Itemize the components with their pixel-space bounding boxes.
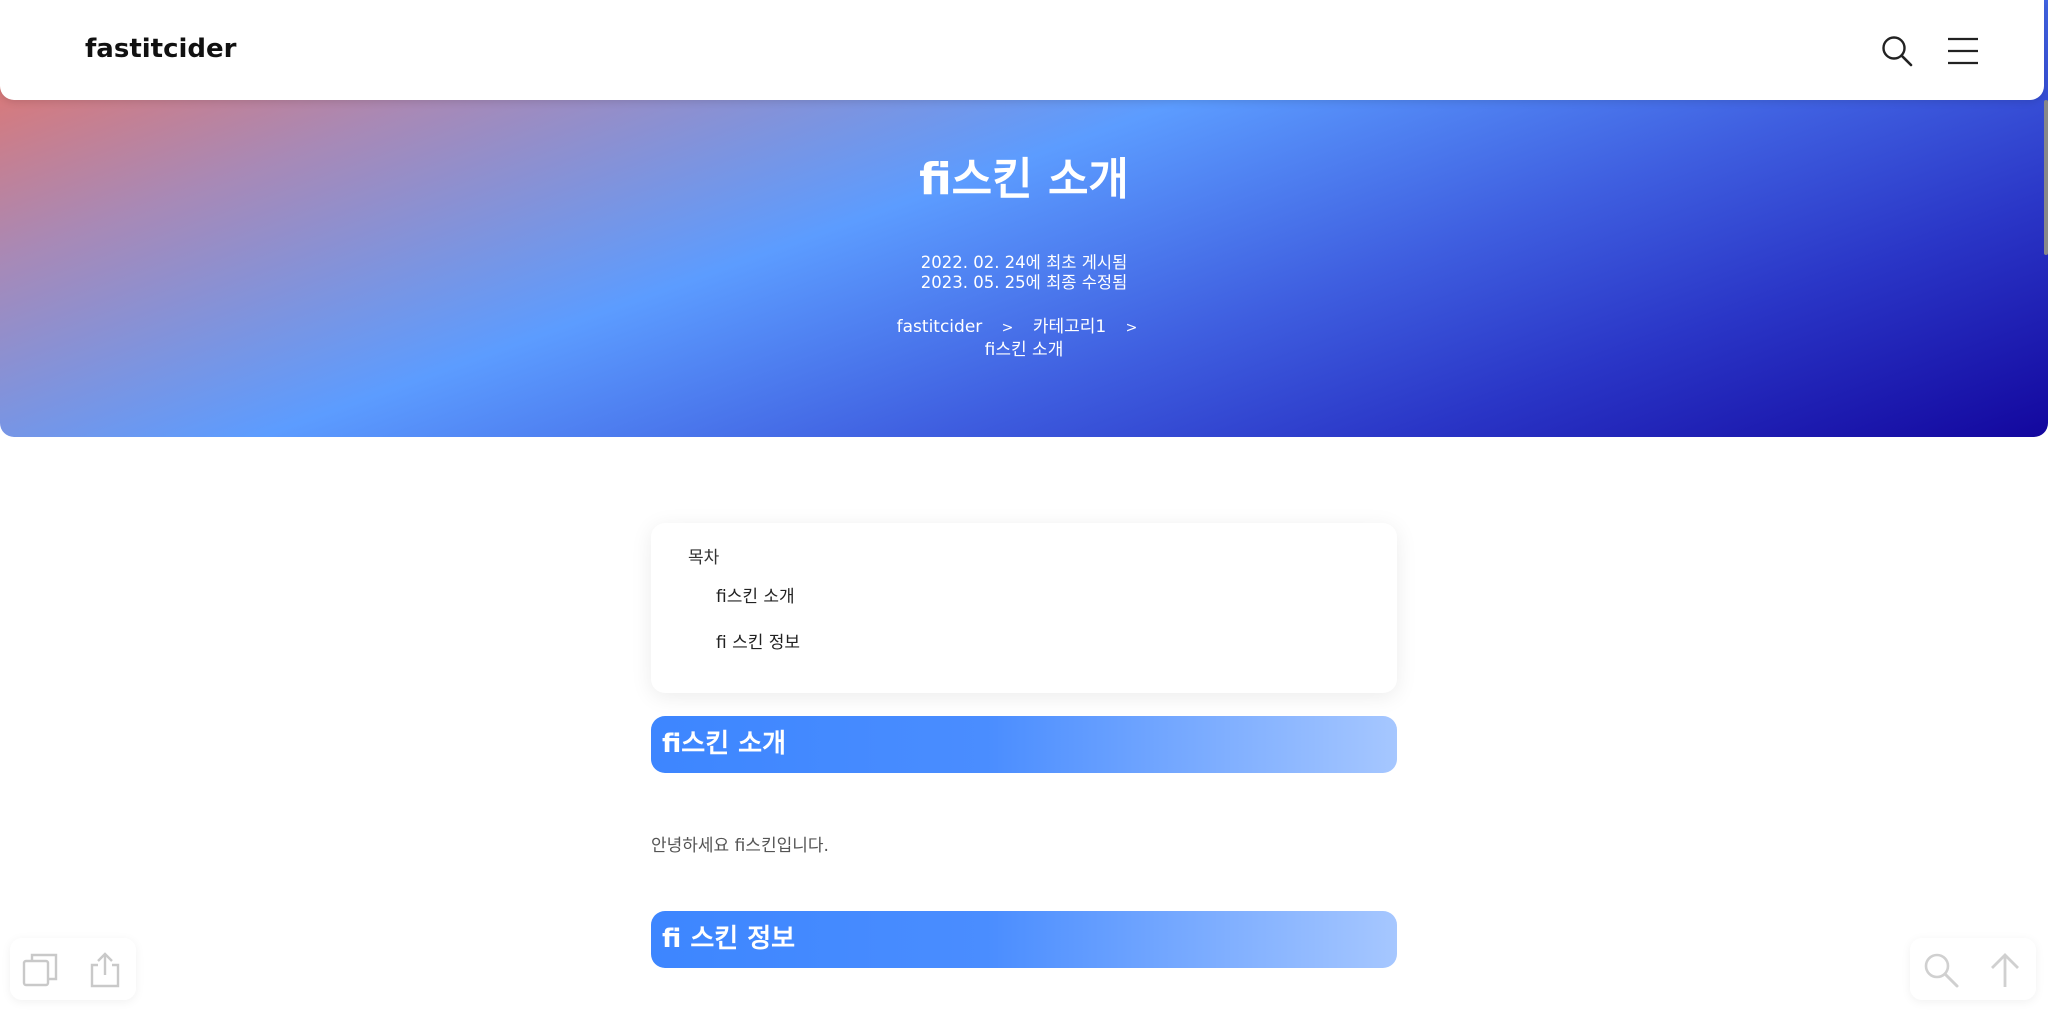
post-title: fi스킨 소개 xyxy=(919,154,1129,205)
updated-date: 2023. 05. 25에 최종 수정됨 xyxy=(920,273,1128,292)
breadcrumb-separator: > xyxy=(1125,320,1138,336)
breadcrumb-separator: > xyxy=(1001,320,1014,336)
floating-right-toolbar xyxy=(1910,938,2036,1000)
toc-item[interactable]: fi 스킨 정보 xyxy=(716,628,800,653)
copy-icon[interactable] xyxy=(22,951,60,989)
arrow-up-icon[interactable] xyxy=(1986,951,2024,989)
page: fastitcider fi스킨 소개 2022. 02. 24에 최초 게시됨… xyxy=(0,0,2048,1010)
toc-item[interactable]: fi스킨 소개 xyxy=(716,582,795,607)
breadcrumb-category[interactable]: 카테고리1 xyxy=(1033,312,1106,337)
table-of-contents: 목차 fi스킨 소개 fi 스킨 정보 xyxy=(651,523,1397,693)
breadcrumb-current: fi스킨 소개 xyxy=(984,340,1064,360)
breadcrumb-home[interactable]: fastitcider xyxy=(897,317,983,337)
section-heading: fi스킨 소개 xyxy=(651,716,1397,773)
post-dates: 2022. 02. 24에 최초 게시됨 2023. 05. 25에 최종 수정… xyxy=(0,253,2048,293)
menu-icon[interactable] xyxy=(1946,34,1980,68)
share-icon[interactable] xyxy=(86,951,124,989)
posted-date: 2022. 02. 24에 최초 게시됨 xyxy=(920,253,1128,272)
toc-title: 목차 xyxy=(688,548,720,568)
search-icon[interactable] xyxy=(1880,34,1914,68)
body-paragraph: 안녕하세요 fi스킨입니다. xyxy=(651,836,829,856)
section-heading: fi 스킨 정보 xyxy=(651,911,1397,968)
floating-left-toolbar xyxy=(10,938,136,1000)
breadcrumb: fastitcider > 카테고리1 > xyxy=(0,312,2048,337)
top-header: fastitcider xyxy=(0,0,2044,100)
search-icon[interactable] xyxy=(1922,951,1960,989)
site-brand[interactable]: fastitcider xyxy=(85,34,237,64)
